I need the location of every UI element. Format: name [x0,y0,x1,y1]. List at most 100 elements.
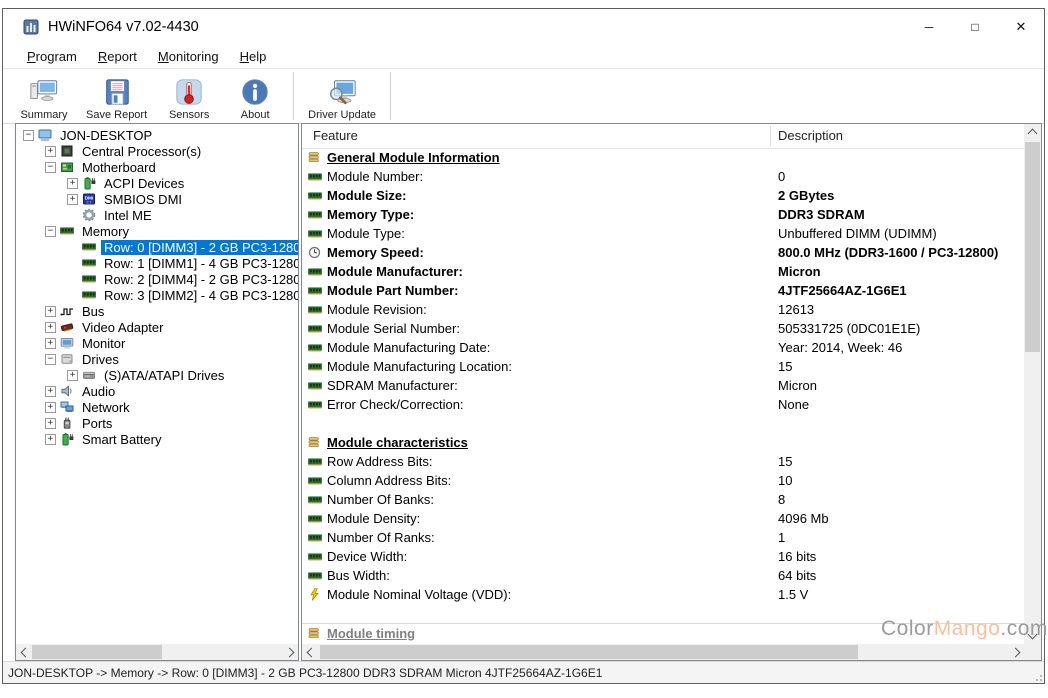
ram-icon [308,208,322,222]
section-module-characteristics[interactable]: Module characteristics [302,433,1024,452]
tree-item-row-0-dimm3-2-gb-pc3-12800[interactable]: Row: 0 [DIMM3] - 2 GB PC3-12800 [16,239,298,255]
close-button[interactable]: ✕ [998,9,1044,45]
tree-item-ports[interactable]: + Ports [16,415,298,431]
tree-item-label: Row: 2 [DIMM4] - 2 GB PC3-12800 [101,272,298,287]
scroll-left-arrow-icon[interactable] [16,644,32,660]
feature-row-module-size[interactable]: Module Size:2 GBytes [302,186,1024,205]
expand-icon[interactable]: + [67,370,78,381]
tree-item-central-processor-s[interactable]: +Central Processor(s) [16,143,298,159]
feature-row-number-of-ranks[interactable]: Number Of Ranks:1 [302,528,1024,547]
expand-icon[interactable]: + [45,322,56,333]
expand-icon[interactable]: + [67,178,78,189]
collapse-icon[interactable]: − [45,354,56,365]
tree-item-label: Monitor [79,336,128,351]
expand-icon[interactable]: + [67,194,78,205]
feature-row-number-of-banks[interactable]: Number Of Banks:8 [302,490,1024,509]
tree-item-audio[interactable]: + Audio [16,383,298,399]
feature-row-module-serial-number[interactable]: Module Serial Number:505331725 (0DC01E1E… [302,319,1024,338]
scroll-up-arrow-icon[interactable] [1024,124,1040,140]
tree-hscroll-thumb[interactable] [32,645,162,659]
tree-item-s-ata-atapi-drives[interactable]: +(S)ATA/ATAPI Drives [16,367,298,383]
expand-icon[interactable]: + [45,306,56,317]
feature-value: 15 [778,454,792,469]
feature-row-module-part-number[interactable]: Module Part Number:4JTF25664AZ-1G6E1 [302,281,1024,300]
feature-value: 4JTF25664AZ-1G6E1 [778,283,907,298]
expand-icon[interactable]: + [45,338,56,349]
feature-row-error-check-correction[interactable]: Error Check/Correction:None [302,395,1024,414]
menu-program[interactable]: Program [20,47,84,66]
feature-row-module-manufacturing-date[interactable]: Module Manufacturing Date:Year: 2014, We… [302,338,1024,357]
about-button[interactable]: About [222,69,288,123]
hwinfo-app-icon [23,19,39,35]
sensors-button[interactable]: Sensors [156,69,222,123]
save-report-button[interactable]: Save Report [77,69,156,123]
expand-icon[interactable]: + [45,434,56,445]
section-general-module-information[interactable]: General Module Information [302,148,1024,167]
usb-icon [60,416,75,430]
tree-item-bus[interactable]: +Bus [16,303,298,319]
detail-vertical-scrollbar[interactable] [1024,124,1041,644]
minimize-button[interactable]: ─ [906,9,952,45]
column-divider[interactable] [770,126,771,146]
maximize-button[interactable]: □ [952,9,998,45]
ram-icon [308,531,322,545]
feature-row-module-manufacturing-location[interactable]: Module Manufacturing Location:15 [302,357,1024,376]
scroll-left-arrow-icon[interactable] [302,644,318,660]
feature-row-module-nominal-voltage-vdd[interactable]: Module Nominal Voltage (VDD):1.5 V [302,585,1024,604]
tree-horizontal-scrollbar[interactable] [16,644,298,660]
menu-help[interactable]: Help [233,47,274,66]
resize-grip[interactable] [1030,669,1042,681]
feature-row-memory-speed[interactable]: Memory Speed:800.0 MHz (DDR3-1600 / PC3-… [302,243,1024,262]
driver-update-button[interactable]: Driver Update [299,69,385,123]
scroll-right-arrow-icon[interactable] [1008,644,1024,660]
tree-item-video-adapter[interactable]: +Video Adapter [16,319,298,335]
feature-row-column-address-bits[interactable]: Column Address Bits:10 [302,471,1024,490]
feature-value: 15 [778,359,792,374]
menu-monitoring[interactable]: Monitoring [151,47,226,66]
feature-row-module-type[interactable]: Module Type:Unbuffered DIMM (UDIMM) [302,224,1024,243]
feature-row-sdram-manufacturer[interactable]: SDRAM Manufacturer:Micron [302,376,1024,395]
description-column-header[interactable]: Description [778,128,843,143]
tree-item-label: SMBIOS DMI [101,192,185,207]
collapse-icon[interactable]: − [45,226,56,237]
feature-row-bus-width[interactable]: Bus Width:64 bits [302,566,1024,585]
feature-row-module-density[interactable]: Module Density:4096 Mb [302,509,1024,528]
feature-row-module-manufacturer[interactable]: Module Manufacturer:Micron [302,262,1024,281]
feature-value: 64 bits [778,568,816,583]
expand-icon[interactable]: + [45,386,56,397]
feature-row-module-number[interactable]: Module Number:0 [302,167,1024,186]
expand-icon[interactable]: + [45,146,56,157]
summary-button[interactable]: Summary [11,69,77,123]
tree-item-smart-battery[interactable]: +Smart Battery [16,431,298,447]
feature-column-header[interactable]: Feature [313,128,358,143]
feature-row-device-width[interactable]: Device Width:16 bits [302,547,1024,566]
collapse-icon[interactable]: − [23,130,34,141]
tree-item-label: Audio [79,384,118,399]
tree-item-row-1-dimm1-4-gb-pc3-12800[interactable]: Row: 1 [DIMM1] - 4 GB PC3-12800 [16,255,298,271]
tree-item-smbios-dmi[interactable]: +DMI2.1SMBIOS DMI [16,191,298,207]
tree-item-acpi-devices[interactable]: +ACPI Devices [16,175,298,191]
feature-row-module-revision[interactable]: Module Revision:12613 [302,300,1024,319]
ram-icon [308,303,322,317]
feature-row-memory-type[interactable]: Memory Type:DDR3 SDRAM [302,205,1024,224]
tree-item-intel-me[interactable]: Intel ME [16,207,298,223]
feature-row-row-address-bits[interactable]: Row Address Bits:15 [302,452,1024,471]
menu-report[interactable]: Report [91,47,144,66]
scroll-right-arrow-icon[interactable] [282,644,298,660]
expand-icon[interactable]: + [45,418,56,429]
tree-item-monitor[interactable]: + Monitor [16,335,298,351]
expand-icon[interactable]: + [45,402,56,413]
tree-item-drives[interactable]: −Drives [16,351,298,367]
detail-vscroll-thumb[interactable] [1025,142,1040,352]
tree-item-row-3-dimm2-4-gb-pc3-12800[interactable]: Row: 3 [DIMM2] - 4 GB PC3-12800 [16,287,298,303]
tree-item-motherboard[interactable]: −Motherboard [16,159,298,175]
detail-horizontal-scrollbar[interactable] [302,644,1024,660]
tree-item-label: Ports [79,416,115,431]
collapse-icon[interactable]: − [45,162,56,173]
ram-icon [308,493,322,507]
tree-item-network[interactable]: +Network [16,399,298,415]
tree-item-jon-desktop[interactable]: −JON-DESKTOP [16,127,298,143]
tree-item-memory[interactable]: −Memory [16,223,298,239]
tree-item-row-2-dimm4-2-gb-pc3-12800[interactable]: Row: 2 [DIMM4] - 2 GB PC3-12800 [16,271,298,287]
detail-hscroll-thumb[interactable] [320,645,858,659]
